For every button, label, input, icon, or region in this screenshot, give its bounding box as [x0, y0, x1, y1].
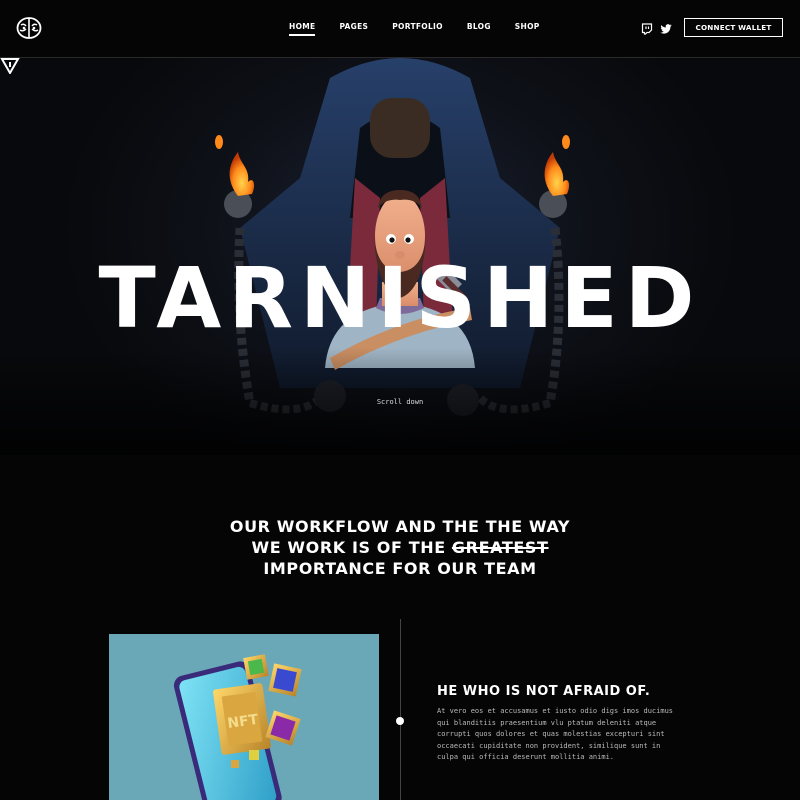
brain-logo-icon[interactable]: [16, 16, 42, 40]
menu-item-home[interactable]: HOME: [289, 22, 316, 36]
headline-line-2-text: WE WORK IS OF THE: [251, 538, 452, 557]
connect-wallet-button[interactable]: CONNECT WALLET: [684, 18, 783, 37]
headline-line-1: OUR WORKFLOW AND THE THE WAY: [229, 517, 571, 536]
menu-item-portfolio[interactable]: PORTFOLIO: [392, 22, 443, 36]
feature-title: HE WHO IS NOT AFRAID OF.: [437, 684, 651, 699]
headline-line-3: IMPORTANCE FOR OUR TEAM: [263, 559, 537, 578]
top-navbar: HOME PAGES PORTFOLIO BLOG SHOP CONNECT W…: [0, 0, 800, 58]
phone-nft-illustration: NFT: [173, 654, 302, 800]
menu-item-pages[interactable]: PAGES: [339, 22, 368, 36]
menu-item-blog[interactable]: BLOG: [467, 22, 491, 36]
scroll-down-label: Scroll down: [376, 398, 424, 406]
timeline-dot: [396, 717, 404, 725]
menu-item-shop[interactable]: SHOP: [515, 22, 540, 36]
feature-body: At vero eos et accusamus et iusto odio d…: [437, 707, 674, 761]
headline-strike-word: GREATEST: [451, 538, 549, 557]
twitter-icon[interactable]: [660, 23, 672, 35]
hero-title: TARNISHED: [98, 249, 702, 347]
timeline-line: [400, 619, 401, 800]
twitch-icon[interactable]: [641, 23, 653, 35]
workflow-headline: OUR WORKFLOW AND THE THE WAY WE WORK IS …: [200, 516, 600, 579]
scroll-down-icon[interactable]: [0, 58, 20, 74]
main-menu: HOME PAGES PORTFOLIO BLOG SHOP: [289, 22, 564, 36]
headline-line-2: WE WORK IS OF THE GREATEST: [200, 537, 600, 558]
feature-image: NFT: [109, 634, 379, 800]
hero-section: TARNISHED Scroll down: [0, 58, 800, 455]
